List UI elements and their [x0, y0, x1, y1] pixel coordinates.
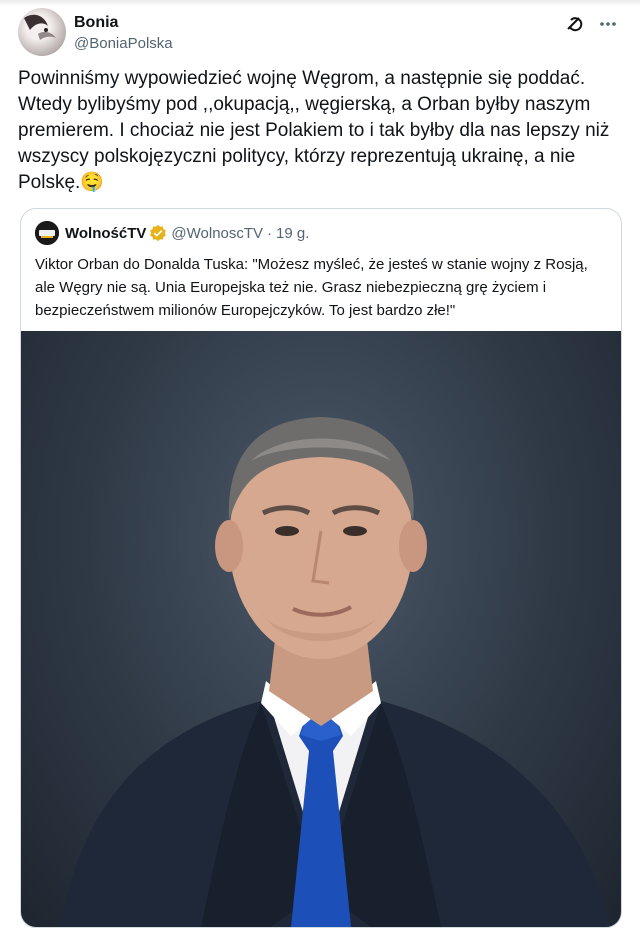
more-icon[interactable]: [598, 14, 618, 34]
top-edge: [0, 0, 640, 6]
avatar[interactable]: [18, 8, 66, 56]
quoted-text: Viktor Orban do Donalda Tuska: "Możesz m…: [35, 256, 588, 319]
tweet-body: Powinniśmy wypowiedzieć wojnę Węgrom, a …: [18, 66, 624, 196]
grok-icon[interactable]: [564, 14, 584, 34]
author-handle[interactable]: @BoniaPolska: [74, 35, 173, 52]
quoted-author-name[interactable]: WolnośćTV: [65, 225, 146, 242]
quoted-author-handle[interactable]: @WolnoscTV: [171, 225, 263, 242]
wolnosctv-logo[interactable]: [35, 221, 59, 245]
tweet-header: Bonia @BoniaPolska: [18, 8, 622, 58]
tweet-text: Powinniśmy wypowiedzieć wojnę Węgrom, a …: [18, 68, 610, 193]
separator-dot: ·: [267, 224, 273, 242]
quoted-photo[interactable]: [21, 331, 621, 927]
quoted-tweet[interactable]: WolnośćTV @WolnoscTV · 19 g. Viktor Orba…: [20, 208, 622, 928]
quoted-header: WolnośćTV @WolnoscTV · 19 g.: [35, 221, 309, 245]
author-name[interactable]: Bonia: [74, 14, 118, 32]
quoted-timestamp[interactable]: 19 g.: [276, 225, 309, 242]
verified-badge-icon: [149, 224, 167, 242]
drooling-face-emoji: 🤤: [80, 172, 104, 193]
